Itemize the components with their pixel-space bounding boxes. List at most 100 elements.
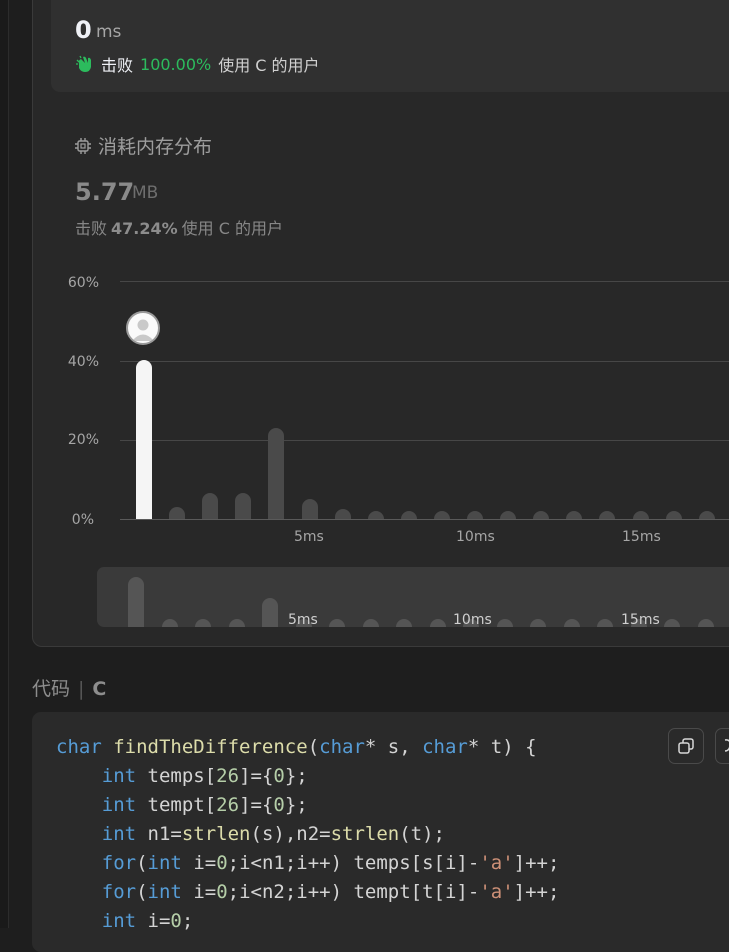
user-avatar-icon — [132, 319, 154, 341]
memory-beat-prefix: 击败 — [75, 219, 108, 238]
chart-bar-highlight[interactable] — [136, 360, 152, 519]
minimap-tick-label: 10ms — [453, 612, 492, 628]
code-label-text: 代码 — [32, 678, 71, 700]
runtime-beat-suffix: 使用 C 的用户 — [218, 56, 320, 75]
memory-beat-suffix: 使用 C 的用户 — [181, 219, 284, 238]
code-token: int — [101, 910, 137, 932]
copy-button[interactable] — [668, 728, 704, 764]
memory-title-label: 消耗内存分布 — [98, 136, 213, 158]
chart-bar[interactable] — [400, 511, 417, 519]
memory-beat-percent: 47.24% — [111, 219, 178, 238]
minimap-bar — [396, 619, 412, 627]
code-token: int — [147, 881, 182, 903]
chart-bar[interactable] — [632, 511, 649, 519]
chart-bar[interactable] — [433, 511, 450, 519]
code-token: strlen — [181, 823, 251, 845]
runtime-beat-prefix: 击败 — [101, 56, 134, 75]
code-token: int — [147, 852, 182, 874]
code-token: * s, — [364, 736, 423, 758]
minimap-bar — [195, 618, 211, 627]
minimap-bar — [563, 619, 580, 627]
gridline-20 — [120, 440, 729, 441]
y-tick-label: 40% — [67, 354, 99, 370]
user-avatar[interactable] — [126, 311, 160, 345]
code-token: i= — [181, 881, 217, 903]
code-token: ]={ — [239, 765, 274, 787]
minimap-bar — [664, 619, 680, 627]
y-tick-label: 20% — [67, 432, 99, 448]
code-line: int temps[26]={0}; — [56, 762, 559, 791]
gridline-60 — [120, 281, 729, 282]
code-token: 0 — [216, 852, 228, 874]
runtime-card[interactable] — [51, 0, 729, 92]
x-tick-label: 15ms — [622, 529, 661, 545]
y-tick-label: 0% — [71, 512, 94, 528]
code-token: (t); — [399, 823, 445, 845]
code-language: C — [92, 678, 107, 700]
code-token: int — [101, 765, 137, 787]
code-token: ; — [181, 910, 194, 932]
gridline-40 — [120, 361, 729, 362]
code-token: ]++; — [513, 852, 560, 874]
code-token: ]++; — [513, 881, 560, 903]
code-line: char findTheDifference(char* s, char* t)… — [56, 733, 559, 762]
wrap-icon — [724, 739, 729, 752]
runtime-unit: ms — [96, 22, 122, 42]
code-content[interactable]: char findTheDifference(char* s, char* t)… — [56, 733, 559, 936]
memory-section-title[interactable]: 消耗内存分布 — [74, 132, 212, 159]
minimap-bar — [429, 619, 446, 627]
chart-bar[interactable] — [301, 499, 318, 519]
code-token: int — [101, 794, 137, 816]
code-section-label: 代码 | C — [32, 674, 106, 701]
code-token: 0 — [273, 794, 285, 816]
code-label-divider: | — [78, 678, 85, 700]
chart-bar[interactable] — [334, 509, 351, 519]
code-token: 'a' — [479, 881, 514, 903]
code-token: char — [319, 736, 365, 758]
code-token: ]={ — [239, 794, 274, 816]
code-token: ( — [136, 881, 148, 903]
chart-bar[interactable] — [698, 511, 715, 519]
chart-bar[interactable] — [268, 427, 285, 519]
code-token: char — [56, 736, 102, 758]
minimap-bar — [530, 619, 546, 627]
runtime-beat-percent: 100.00% — [140, 54, 212, 74]
code-line: for(int i=0;i<n2;i++) tempt[t[i]-'a']++; — [56, 878, 560, 907]
memory-chip-icon — [75, 137, 91, 154]
code-token: strlen — [330, 823, 400, 845]
code-line: int i=0; — [56, 907, 559, 936]
memory-value: 5.77 — [75, 178, 135, 206]
x-tick-label: 5ms — [294, 529, 324, 545]
code-token: n1= — [136, 823, 182, 845]
chart-bar[interactable] — [665, 511, 682, 519]
code-token: (s),n2= — [250, 823, 331, 845]
minimap-bar — [597, 619, 613, 627]
code-token: 0 — [273, 765, 285, 787]
code-token: ( — [136, 852, 148, 874]
chart-bar[interactable] — [169, 507, 186, 519]
code-token: }; — [284, 765, 308, 787]
code-token: int — [101, 823, 137, 845]
left-rail — [0, 0, 9, 928]
minimap-bar — [128, 577, 144, 627]
minimap-tick-label: 15ms — [621, 612, 660, 628]
runtime-value: 0 — [75, 16, 92, 44]
minimap-bar — [362, 619, 379, 627]
chart-bar[interactable] — [367, 511, 384, 519]
memory-beat-row: 击败 47.24% 使用 C 的用户 — [75, 215, 283, 239]
wrap-lines-button[interactable] — [715, 728, 729, 764]
code-token: for — [101, 852, 137, 874]
chart-bar[interactable] — [235, 493, 252, 519]
code-token: 0 — [170, 910, 182, 932]
code-token: findTheDifference — [113, 736, 308, 758]
runtime-beat-row: 击败 100.00% 使用 C 的用户 — [75, 52, 320, 76]
code-token: tempt[ — [136, 794, 217, 816]
chart-bar[interactable] — [202, 493, 219, 519]
